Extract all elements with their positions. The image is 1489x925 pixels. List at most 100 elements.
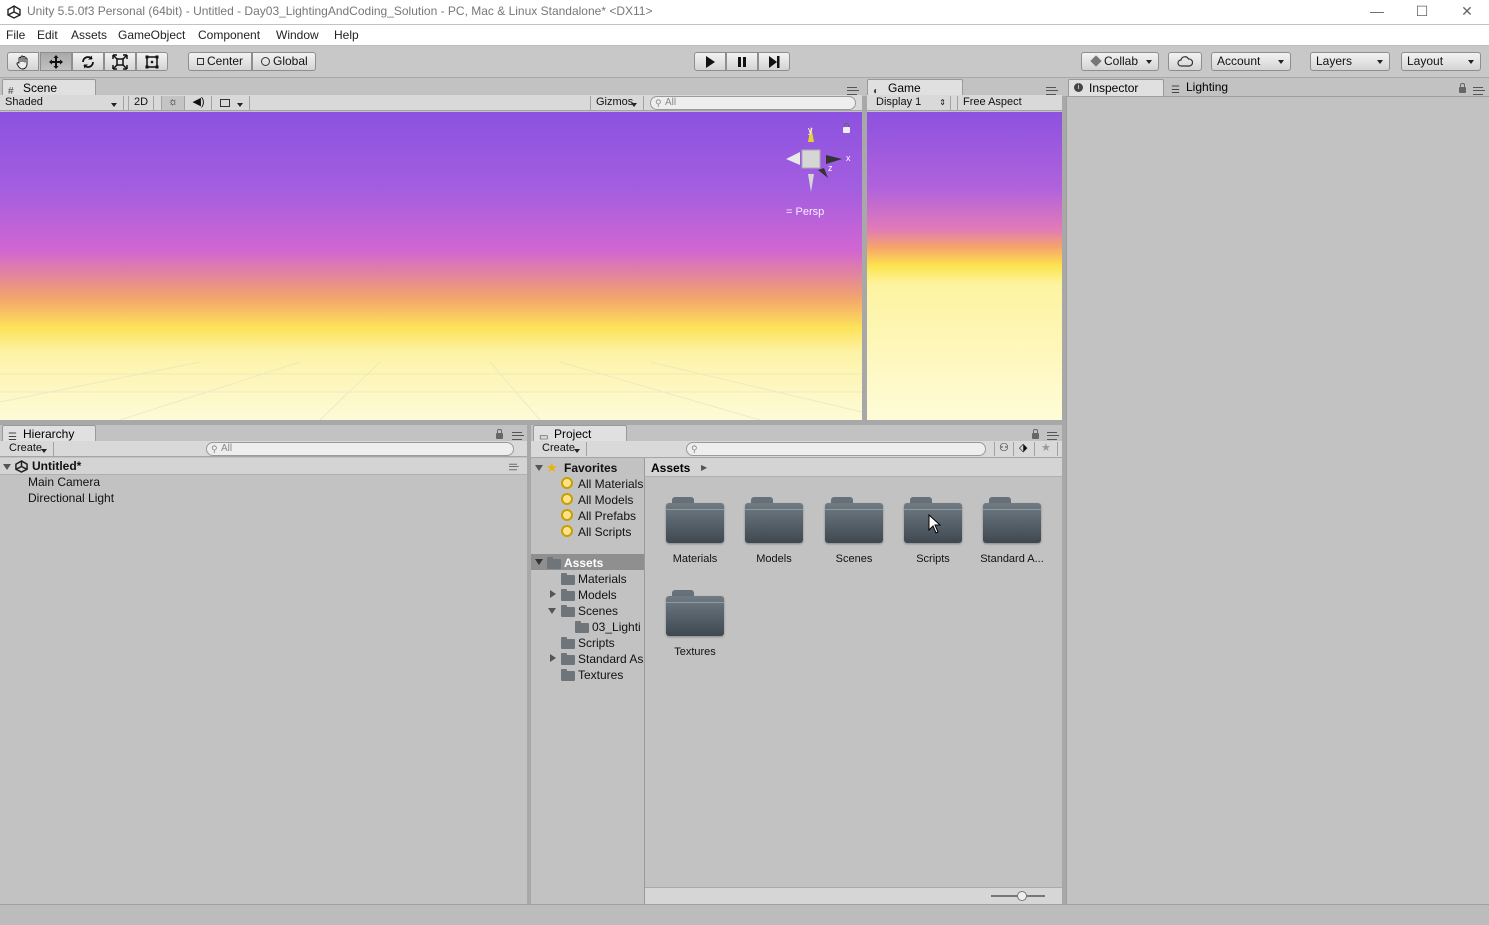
minimize-button[interactable]: — — [1354, 0, 1400, 24]
rect-tool-button[interactable] — [136, 52, 168, 71]
inspector-menu-icon[interactable] — [1473, 87, 1485, 95]
close-button[interactable]: ✕ — [1444, 0, 1489, 24]
scene-viewport[interactable]: y x z = Persp — [0, 112, 862, 420]
folder-icon[interactable] — [666, 497, 724, 543]
scenes-expand-arrow[interactable] — [548, 608, 556, 614]
tree-item-scenes[interactable]: Scenes — [578, 604, 618, 618]
space-toggle-button[interactable]: Global — [252, 52, 316, 71]
hierarchy-item-directional-light[interactable]: Directional Light — [28, 491, 114, 505]
menu-help[interactable]: Help — [334, 28, 359, 42]
folder-icon[interactable] — [825, 497, 883, 543]
tree-item-scripts[interactable]: Scripts — [578, 636, 615, 650]
models-expand-arrow[interactable] — [550, 590, 556, 598]
scene-search-input[interactable]: ⚲ All — [650, 96, 856, 110]
tree-assets-label: Assets — [564, 556, 604, 570]
play-button[interactable] — [694, 52, 726, 71]
hierarchy-menu-icon[interactable] — [512, 432, 524, 440]
asset-folder-scenes[interactable]: Scenes — [814, 553, 894, 565]
filter-type-button[interactable]: ⚇ — [994, 442, 1014, 456]
asset-folder-standard-assets[interactable]: Standard A... — [972, 553, 1052, 565]
horizontal-splitter[interactable] — [0, 420, 1066, 425]
inspector-lock-icon[interactable] — [1459, 83, 1466, 93]
tree-item-textures[interactable]: Textures — [578, 668, 623, 682]
shading-dropdown[interactable]: Shaded — [0, 96, 124, 110]
project-lock-icon[interactable] — [1032, 429, 1039, 439]
scene-effects-dropdown[interactable] — [214, 96, 250, 110]
account-dropdown[interactable]: Account — [1211, 52, 1291, 71]
favorites-label[interactable]: Favorites — [564, 461, 617, 475]
space-label: Global — [273, 54, 308, 68]
tree-item-03-lighting[interactable]: 03_Lighti — [592, 620, 641, 634]
folder-icon[interactable] — [745, 497, 803, 543]
asset-folder-textures[interactable]: Textures — [655, 646, 735, 658]
folder-icon — [561, 669, 575, 681]
scene-row-menu-icon[interactable] — [509, 463, 519, 471]
icon-size-slider-thumb[interactable] — [1017, 891, 1027, 901]
game-viewport[interactable] — [867, 112, 1062, 420]
favorites-expand-arrow[interactable] — [535, 465, 543, 471]
game-menu-icon[interactable] — [1046, 87, 1058, 95]
standard-assets-expand-arrow[interactable] — [550, 654, 556, 662]
view-splitter[interactable] — [862, 96, 867, 420]
scene-expand-arrow[interactable] — [3, 464, 11, 470]
breadcrumb-assets[interactable]: Assets — [651, 461, 690, 475]
menu-file[interactable]: File — [6, 28, 25, 42]
menu-window[interactable]: Window — [276, 28, 319, 42]
asset-folder-models[interactable]: Models — [734, 553, 814, 565]
menu-assets[interactable]: Assets — [71, 28, 107, 42]
favorite-all-prefabs[interactable]: All Prefabs — [578, 509, 636, 523]
tab-lighting[interactable]: ☰ Lighting — [1166, 79, 1262, 97]
save-search-button[interactable]: ★ — [1036, 442, 1058, 456]
folder-icon[interactable] — [983, 497, 1041, 543]
aspect-dropdown[interactable]: Free Aspect — [957, 96, 1057, 110]
filter-label-button[interactable]: ⬗ — [1015, 442, 1035, 456]
menu-gameobject[interactable]: GameObject — [118, 28, 185, 42]
asset-folder-materials[interactable]: Materials — [655, 553, 735, 565]
maximize-button[interactable]: ☐ — [1399, 0, 1445, 24]
globe-icon — [261, 57, 270, 67]
hierarchy-create-dropdown[interactable]: Create — [4, 442, 54, 456]
tab-inspector[interactable]: i Inspector — [1068, 79, 1164, 97]
hierarchy-item-main-camera[interactable]: Main Camera — [28, 475, 100, 489]
favorite-all-scripts[interactable]: All Scripts — [578, 525, 631, 539]
gizmo-lock-icon[interactable] — [843, 123, 850, 133]
scene-menu-icon[interactable] — [847, 87, 859, 95]
project-menu-icon[interactable] — [1047, 432, 1059, 440]
rotate-tool-button[interactable] — [72, 52, 104, 71]
scale-tool-button[interactable] — [104, 52, 136, 71]
layers-dropdown[interactable]: Layers — [1310, 52, 1390, 71]
move-tool-button[interactable] — [40, 52, 72, 71]
scene-lighting-button[interactable]: ☼ — [161, 96, 185, 110]
assets-expand-arrow[interactable] — [535, 559, 543, 565]
layout-dropdown[interactable]: Layout — [1401, 52, 1481, 71]
info-icon: i — [1074, 83, 1083, 92]
favorite-all-materials[interactable]: All Materials — [578, 477, 643, 491]
cloud-button[interactable] — [1168, 52, 1202, 71]
pivot-toggle-button[interactable]: Center — [188, 52, 252, 71]
folder-icon[interactable] — [666, 590, 724, 636]
search-icon: ⚲ — [691, 444, 698, 454]
scene-audio-button[interactable]: ◀) — [186, 96, 212, 110]
project-search-input[interactable]: ⚲ — [686, 442, 986, 456]
sun-icon: ☼ — [167, 96, 179, 108]
display-dropdown[interactable]: Display 1 ⇕ — [871, 96, 951, 110]
gizmos-dropdown[interactable]: Gizmos — [590, 96, 644, 110]
hierarchy-search-input[interactable]: ⚲ All — [206, 442, 514, 456]
hierarchy-lock-icon[interactable] — [496, 429, 503, 439]
mode-2d-button[interactable]: 2D — [128, 96, 154, 110]
menu-component[interactable]: Component — [198, 28, 260, 42]
asset-folder-scripts[interactable]: Scripts — [893, 553, 973, 565]
step-button[interactable] — [758, 52, 790, 71]
scene-gizmo[interactable]: y x z — [780, 122, 860, 202]
projection-label[interactable]: = Persp — [786, 206, 824, 218]
inspector-splitter[interactable] — [1062, 96, 1066, 904]
hand-tool-button[interactable] — [7, 52, 39, 71]
pause-button[interactable] — [726, 52, 758, 71]
project-create-dropdown[interactable]: Create — [537, 442, 587, 456]
favorite-all-models[interactable]: All Models — [578, 493, 633, 507]
tree-item-models[interactable]: Models — [578, 588, 617, 602]
menu-edit[interactable]: Edit — [37, 28, 58, 42]
tree-item-materials[interactable]: Materials — [578, 572, 627, 586]
tree-item-standard-assets[interactable]: Standard As — [578, 652, 643, 666]
collab-dropdown[interactable]: Collab — [1081, 52, 1159, 71]
